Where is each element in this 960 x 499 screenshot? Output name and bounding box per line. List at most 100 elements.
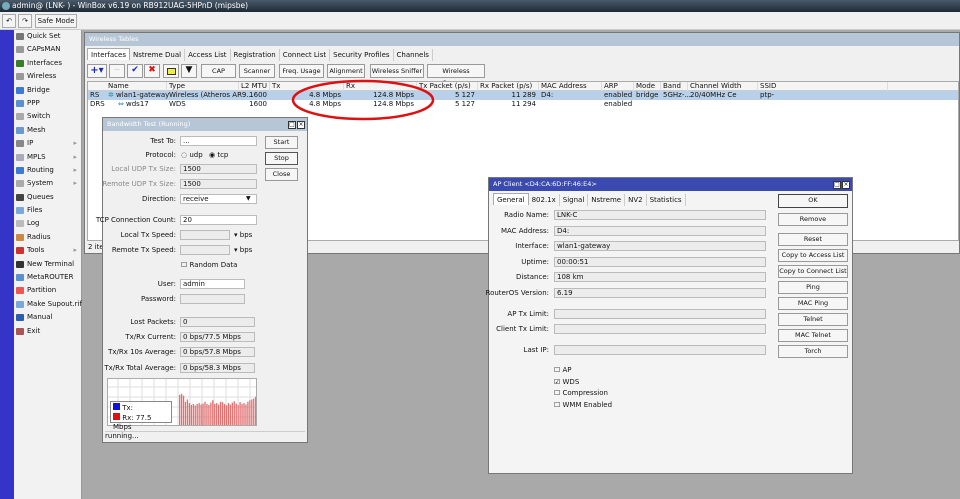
menu-item-radius[interactable]: Radius xyxy=(14,231,81,244)
tcp-count-input[interactable]: 20 xyxy=(180,215,257,225)
rx-bar xyxy=(233,401,235,425)
remove-button[interactable]: Remove xyxy=(778,213,848,226)
ok-button[interactable]: OK xyxy=(778,194,848,208)
wireless-sniffer-button[interactable]: Wireless Sniffer xyxy=(370,64,424,78)
menu-item-manual[interactable]: Manual xyxy=(14,311,81,324)
maximize-icon[interactable]: □ xyxy=(288,121,296,129)
tab-802-1x[interactable]: 802.1x xyxy=(529,194,560,206)
reset-button[interactable]: Reset xyxy=(778,233,848,246)
tab-connect-list[interactable]: Connect List xyxy=(280,49,331,61)
tab-registration[interactable]: Registration xyxy=(231,49,280,61)
tab-nstreme-dual[interactable]: Nstreme Dual xyxy=(130,49,186,61)
tab-statistics[interactable]: Statistics xyxy=(647,194,686,206)
tab-access-list[interactable]: Access List xyxy=(185,49,231,61)
close-icon[interactable]: × xyxy=(842,181,850,189)
column-header[interactable]: L2 MTU xyxy=(239,82,270,91)
add-icon[interactable]: +▾ xyxy=(87,64,107,78)
wmm-enabled-checkbox[interactable]: ☐ WMM Enabled xyxy=(554,400,612,410)
menu-item-log[interactable]: Log xyxy=(14,217,81,230)
column-header[interactable]: Type xyxy=(167,82,239,91)
menu-item-queues[interactable]: Queues xyxy=(14,191,81,204)
wireless-snooper-button[interactable]: Wireless Snooper xyxy=(427,64,485,87)
local-udp-input[interactable]: 1500 xyxy=(180,164,257,174)
protocol-tcp-radio[interactable]: ◉ tcp xyxy=(209,150,228,160)
compression-checkbox[interactable]: ☐ Compression xyxy=(554,388,608,398)
menu-item-exit[interactable]: Exit xyxy=(14,325,81,338)
tab-signal[interactable]: Signal xyxy=(560,194,589,206)
column-header[interactable]: Rx Packet (p/s) xyxy=(478,82,539,91)
tab-interfaces[interactable]: Interfaces xyxy=(87,48,130,60)
mac-telnet-button[interactable]: MAC Telnet xyxy=(778,329,848,342)
menu-item-files[interactable]: Files xyxy=(14,204,81,217)
menu-item-mesh[interactable]: Mesh xyxy=(14,124,81,137)
start-button[interactable]: Start xyxy=(265,136,298,149)
close-icon[interactable]: × xyxy=(297,121,305,129)
column-header[interactable]: ARP xyxy=(602,82,634,91)
mac-ping-button[interactable]: MAC Ping xyxy=(778,297,848,310)
scanner-button[interactable]: Scanner xyxy=(239,64,275,78)
close-button[interactable]: Close xyxy=(265,168,298,181)
menu-item-ip[interactable]: IP ▸ xyxy=(14,137,81,150)
tab-nstreme[interactable]: Nstreme xyxy=(588,194,626,206)
dropdown-icon[interactable]: ▼ xyxy=(246,195,251,202)
rx-bar xyxy=(253,398,255,425)
menu-item-partition[interactable]: Partition xyxy=(14,284,81,297)
menu-item-metarouter[interactable]: MetaROUTER xyxy=(14,271,81,284)
wds-checkbox[interactable]: ☑ WDS xyxy=(554,377,579,387)
column-header[interactable]: Channel Width xyxy=(688,82,758,91)
menu-item-routing[interactable]: Routing ▸ xyxy=(14,164,81,177)
cap-button[interactable]: CAP xyxy=(201,64,236,78)
menu-item-system[interactable]: System ▸ xyxy=(14,177,81,190)
column-header[interactable]: Mode xyxy=(634,82,661,91)
filter-icon[interactable]: ▼ xyxy=(181,64,197,78)
redo-button[interactable]: ↷ xyxy=(18,14,32,28)
menu-item-wireless[interactable]: Wireless xyxy=(14,70,81,83)
comment-icon[interactable] xyxy=(163,64,179,78)
remote-udp-input[interactable]: 1500 xyxy=(180,179,257,189)
menu-item-make-supout-rif[interactable]: Make Supout.rif xyxy=(14,298,82,311)
torch-button[interactable]: Torch xyxy=(778,345,848,358)
tab-security-profiles[interactable]: Security Profiles xyxy=(330,49,394,61)
maximize-icon[interactable]: □ xyxy=(833,181,841,189)
menu-item-interfaces[interactable]: Interfaces xyxy=(14,57,81,70)
test-to-input[interactable]: ... xyxy=(180,136,257,146)
copy-to-access-list-button[interactable]: Copy to Access List xyxy=(778,249,848,262)
undo-button[interactable]: ↶ xyxy=(2,14,16,28)
remove-icon[interactable]: — xyxy=(109,64,125,78)
remote-speed-input[interactable] xyxy=(180,245,230,255)
alignment-button[interactable]: Alignment xyxy=(327,64,365,78)
ap-checkbox[interactable]: ☐ AP xyxy=(554,365,572,375)
protocol-udp-radio[interactable]: ◌ udp xyxy=(181,150,203,160)
menu-item-capsman[interactable]: CAPsMAN xyxy=(14,43,81,56)
tab-nv2[interactable]: NV2 xyxy=(625,194,647,206)
table-row[interactable]: DRS wds17 WDS 1600 4.8 Mbps 124.8 Mbps 5 127 11… xyxy=(88,100,958,109)
column-header[interactable]: Band xyxy=(661,82,688,91)
menu-item-ppp[interactable]: PPP xyxy=(14,97,81,110)
menu-item-bridge[interactable]: Bridge xyxy=(14,84,81,97)
stop-button[interactable]: Stop xyxy=(265,152,298,165)
password-input[interactable] xyxy=(180,294,245,304)
rx-bar xyxy=(214,404,216,425)
table-row[interactable]: RS wlan1-gateway Wireless (Atheros AR9... 1… xyxy=(88,91,958,100)
disable-icon[interactable]: ✖ xyxy=(144,64,160,78)
column-header[interactable]: MAC Address xyxy=(539,82,602,91)
menu-item-label: Interfaces xyxy=(27,58,62,67)
column-header[interactable]: Name xyxy=(106,82,167,91)
column-header[interactable]: SSID xyxy=(758,82,888,91)
menu-item-quick-set[interactable]: Quick Set xyxy=(14,30,81,43)
tab-general[interactable]: General xyxy=(493,193,529,205)
telnet-button[interactable]: Telnet xyxy=(778,313,848,326)
menu-item-new-terminal[interactable]: New Terminal xyxy=(14,258,81,271)
copy-to-connect-list-button[interactable]: Copy to Connect List xyxy=(778,265,848,278)
random-data-checkbox[interactable]: ☐ Random Data xyxy=(181,260,237,270)
menu-item-mpls[interactable]: MPLS ▸ xyxy=(14,151,81,164)
user-input[interactable]: admin xyxy=(180,279,245,289)
freq-usage-button[interactable]: Freq. Usage xyxy=(279,64,324,78)
menu-item-tools[interactable]: Tools ▸ xyxy=(14,244,81,257)
safe-mode-button[interactable]: Safe Mode xyxy=(35,14,77,28)
menu-item-switch[interactable]: Switch xyxy=(14,110,81,123)
tab-channels[interactable]: Channels xyxy=(394,49,433,61)
local-speed-input[interactable] xyxy=(180,230,230,240)
ping-button[interactable]: Ping xyxy=(778,281,848,294)
enable-icon[interactable]: ✔ xyxy=(127,64,143,78)
